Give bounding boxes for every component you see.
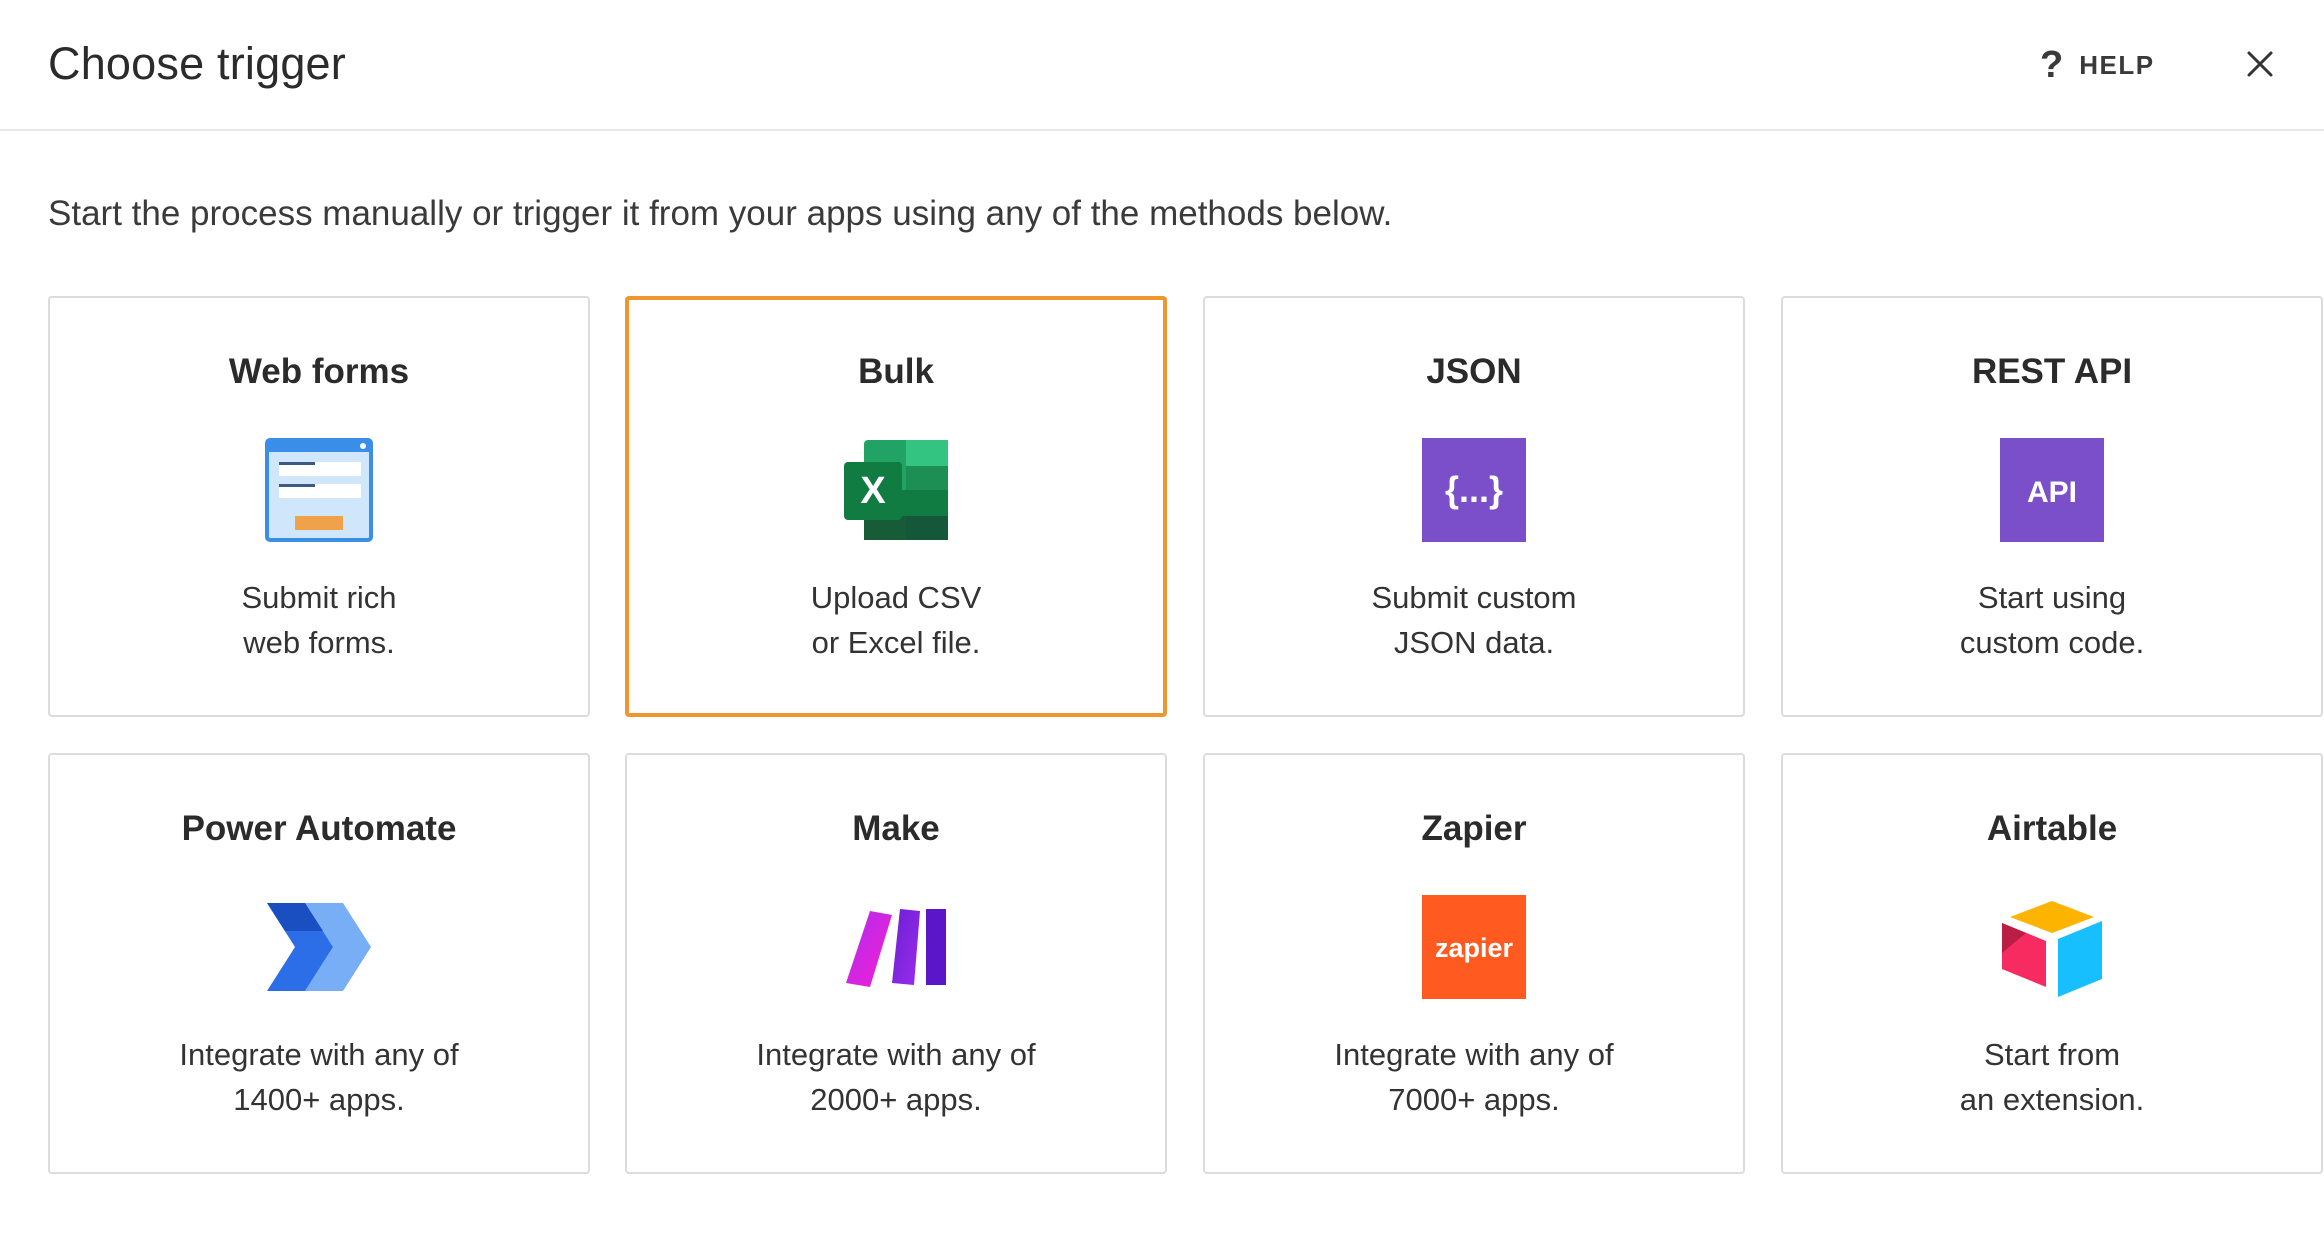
card-description: Integrate with any of 1400+ apps. bbox=[179, 1037, 459, 1117]
card-title: Power Automate bbox=[181, 809, 457, 848]
card-description: Integrate with any of 7000+ apps. bbox=[1334, 1037, 1614, 1117]
make-icon bbox=[842, 893, 950, 1001]
card-description: Submit custom JSON data. bbox=[1371, 580, 1577, 660]
card-title: Zapier bbox=[1421, 809, 1527, 848]
web-form-icon bbox=[265, 436, 373, 544]
svg-text:{...}: {...} bbox=[1445, 469, 1503, 510]
close-icon bbox=[2247, 51, 2273, 77]
zapier-icon: zapier bbox=[1420, 893, 1528, 1001]
trigger-card-power-automate[interactable]: Power Automate Integrate with any of 140… bbox=[48, 753, 590, 1174]
dialog-title: Choose trigger bbox=[48, 38, 346, 89]
svg-text:X: X bbox=[860, 470, 886, 512]
api-icon: API bbox=[1998, 436, 2106, 544]
power-automate-icon bbox=[265, 893, 373, 1001]
card-title: JSON bbox=[1426, 352, 1522, 391]
trigger-card-make[interactable]: Make Integrate with any of 2000+ apps. bbox=[625, 753, 1167, 1174]
svg-text:API: API bbox=[2027, 476, 2077, 509]
close-button[interactable] bbox=[2240, 44, 2280, 84]
card-title: REST API bbox=[1971, 352, 2133, 391]
card-description: Start from an extension. bbox=[1959, 1037, 2145, 1117]
card-description: Start using custom code. bbox=[1959, 580, 2145, 660]
trigger-card-zapier[interactable]: Zapier zapier Integrate with any of 7000… bbox=[1203, 753, 1745, 1174]
card-title: Bulk bbox=[858, 352, 934, 391]
help-label: HELP bbox=[2079, 49, 2155, 80]
card-description: Submit rich web forms. bbox=[241, 580, 397, 660]
card-title: Airtable bbox=[1986, 809, 2118, 848]
airtable-icon bbox=[1998, 893, 2106, 1001]
trigger-card-web-forms[interactable]: Web forms Submit rich web forms. bbox=[48, 296, 590, 717]
json-icon: {...} bbox=[1420, 436, 1528, 544]
trigger-card-rest-api[interactable]: REST API API Start using custom code. bbox=[1781, 296, 2323, 717]
excel-icon: X bbox=[842, 436, 950, 544]
trigger-card-json[interactable]: JSON {...} Submit custom JSON data. bbox=[1203, 296, 1745, 717]
trigger-card-bulk[interactable]: Bulk X Upload CSV or Excel file. bbox=[625, 296, 1167, 717]
card-description: Integrate with any of 2000+ apps. bbox=[756, 1037, 1036, 1117]
card-description: Upload CSV or Excel file. bbox=[810, 580, 982, 660]
dialog-header: Choose trigger ? HELP bbox=[0, 0, 2324, 131]
card-title: Make bbox=[852, 809, 940, 848]
trigger-card-airtable[interactable]: Airtable Start from an extension. bbox=[1781, 753, 2323, 1174]
help-button[interactable]: ? HELP bbox=[2040, 42, 2155, 88]
instructions-text: Start the process manually or trigger it… bbox=[48, 194, 1393, 233]
svg-text:zapier: zapier bbox=[1435, 933, 1514, 963]
help-icon: ? bbox=[2040, 43, 2064, 86]
card-title: Web forms bbox=[228, 352, 410, 391]
